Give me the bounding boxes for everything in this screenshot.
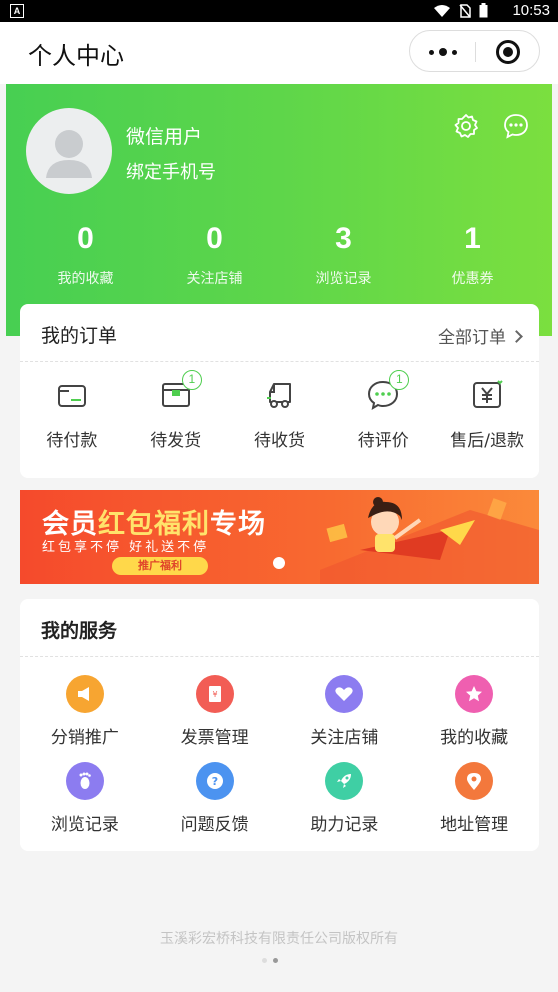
status-icons (433, 3, 488, 18)
location-icon (455, 762, 494, 800)
stat-value: 0 (77, 222, 94, 255)
rocket-icon (325, 762, 364, 800)
all-orders-link[interactable]: 全部订单 (438, 323, 523, 348)
order-status-row: 待付款 1 待发货 待收货 1 待评价 售后/退款 (20, 370, 539, 451)
service-favorites[interactable]: 我的收藏 (409, 675, 539, 762)
page-title: 个人中心 (28, 42, 124, 70)
order-pending-receipt[interactable]: 待收货 (228, 378, 332, 451)
orders-header: 我的订单 全部订单 (20, 304, 539, 362)
stat-value: 1 (464, 222, 481, 255)
megaphone-icon (65, 675, 104, 713)
stat-history[interactable]: 3 浏览记录 (279, 222, 408, 288)
service-feedback[interactable]: ? 问题反馈 (150, 762, 280, 849)
services-grid: 分销推广 ¥ 发票管理 关注店铺 我的收藏 浏览记录 ? 问题反馈 助力记录 地… (20, 675, 539, 849)
stat-value: 3 (335, 222, 352, 255)
order-item-label: 售后/退款 (450, 431, 524, 451)
battery-icon (479, 3, 488, 18)
avatar[interactable] (26, 108, 112, 194)
status-bar: A 10:53 (0, 0, 558, 22)
default-avatar-icon (46, 130, 92, 178)
service-label: 我的收藏 (440, 728, 509, 748)
banner-tag: 推广福利 (112, 557, 208, 575)
stat-label: 关注店铺 (186, 271, 243, 287)
footer-pager-dots (262, 958, 278, 963)
stat-label: 优惠券 (451, 271, 494, 287)
service-label: 关注店铺 (310, 728, 379, 748)
promo-banner[interactable]: 会员红包福利专场 红包享不停 好礼送不停 推广福利 (20, 490, 539, 584)
no-sim-icon (459, 3, 471, 18)
wifi-icon (434, 4, 450, 17)
notification-a-icon: A (10, 4, 24, 18)
service-label: 浏览记录 (50, 815, 119, 835)
banner-illustration (320, 497, 539, 584)
message-icon[interactable] (502, 112, 530, 140)
wallet-icon (57, 385, 86, 407)
services-card: 我的服务 分销推广 ¥ 发票管理 关注店铺 我的收藏 浏览记录 ? 问题反馈 助… (20, 599, 539, 851)
services-title: 我的服务 (41, 620, 118, 642)
stat-value: 0 (206, 222, 223, 255)
stat-coupons[interactable]: 1 优惠券 (408, 222, 537, 288)
banner-indicator-dot (273, 557, 285, 569)
stat-followed-shops[interactable]: 0 关注店铺 (150, 222, 279, 288)
refund-icon (473, 380, 503, 408)
all-orders-label: 全部订单 (438, 328, 506, 348)
order-item-label: 待评价 (357, 431, 409, 451)
service-label: 分销推广 (50, 728, 119, 748)
settings-gear-icon[interactable] (452, 112, 480, 140)
order-badge: 1 (181, 370, 202, 390)
service-label: 问题反馈 (180, 815, 249, 835)
service-address[interactable]: 地址管理 (409, 762, 539, 849)
order-badge: 1 (389, 370, 410, 390)
pager-dot (262, 958, 267, 963)
service-invoice[interactable]: ¥ 发票管理 (150, 675, 280, 762)
services-header: 我的服务 (20, 599, 539, 657)
svg-text:¥: ¥ (212, 690, 217, 699)
service-label: 地址管理 (440, 815, 509, 835)
stat-label: 浏览记录 (315, 271, 372, 287)
copyright-footer: 玉溪彩宏桥科技有限责任公司版权所有 (160, 931, 398, 947)
stat-favorites[interactable]: 0 我的收藏 (21, 222, 150, 288)
orders-title: 我的订单 (41, 325, 118, 347)
order-item-label: 待收货 (253, 431, 305, 451)
close-miniprogram-icon[interactable] (496, 40, 520, 64)
nav-bar: 个人中心 (0, 22, 558, 84)
service-followed-shops[interactable]: 关注店铺 (280, 675, 410, 762)
star-icon (455, 675, 494, 713)
service-browse-history[interactable]: 浏览记录 (20, 762, 150, 849)
service-assist-records[interactable]: 助力记录 (280, 762, 410, 849)
banner-title-part: 专场 (210, 509, 266, 540)
chevron-right-icon (510, 329, 523, 343)
user-name: 微信用户 (126, 126, 203, 148)
order-pending-shipment[interactable]: 1 待发货 (124, 370, 228, 451)
pager-dot-active (273, 958, 278, 963)
footprint-icon (65, 762, 104, 800)
service-label: 助力记录 (310, 815, 379, 835)
heart-icon (325, 675, 364, 713)
order-after-sales[interactable]: 售后/退款 (435, 378, 539, 451)
bind-phone-link[interactable]: 绑定手机号 (126, 158, 216, 184)
invoice-icon: ¥ (195, 675, 234, 713)
more-options-icon[interactable] (427, 42, 459, 62)
banner-subtitle: 红包享不停 好礼送不停 (42, 540, 210, 555)
order-item-label: 待发货 (150, 431, 202, 451)
truck-icon (267, 383, 292, 408)
order-item-label: 待付款 (46, 431, 98, 451)
question-icon: ? (195, 762, 234, 800)
svg-text:?: ? (211, 775, 217, 788)
service-distribution[interactable]: 分销推广 (20, 675, 150, 762)
capsule-divider (475, 42, 476, 62)
profile-header: 微信用户 绑定手机号 0 我的收藏 0 关注店铺 3 浏览记录 1 优惠券 (6, 84, 552, 336)
status-time: 10:53 (512, 2, 550, 19)
service-label: 发票管理 (180, 728, 249, 748)
orders-card: 我的订单 全部订单 待付款 1 待发货 待收货 1 待评价 售后/退款 (20, 304, 539, 478)
miniprogram-capsule (409, 30, 540, 72)
order-pending-review[interactable]: 1 待评价 (331, 370, 435, 451)
stat-label: 我的收藏 (57, 271, 114, 287)
order-pending-payment[interactable]: 待付款 (20, 378, 124, 451)
stats-row: 0 我的收藏 0 关注店铺 3 浏览记录 1 优惠券 (6, 222, 552, 288)
